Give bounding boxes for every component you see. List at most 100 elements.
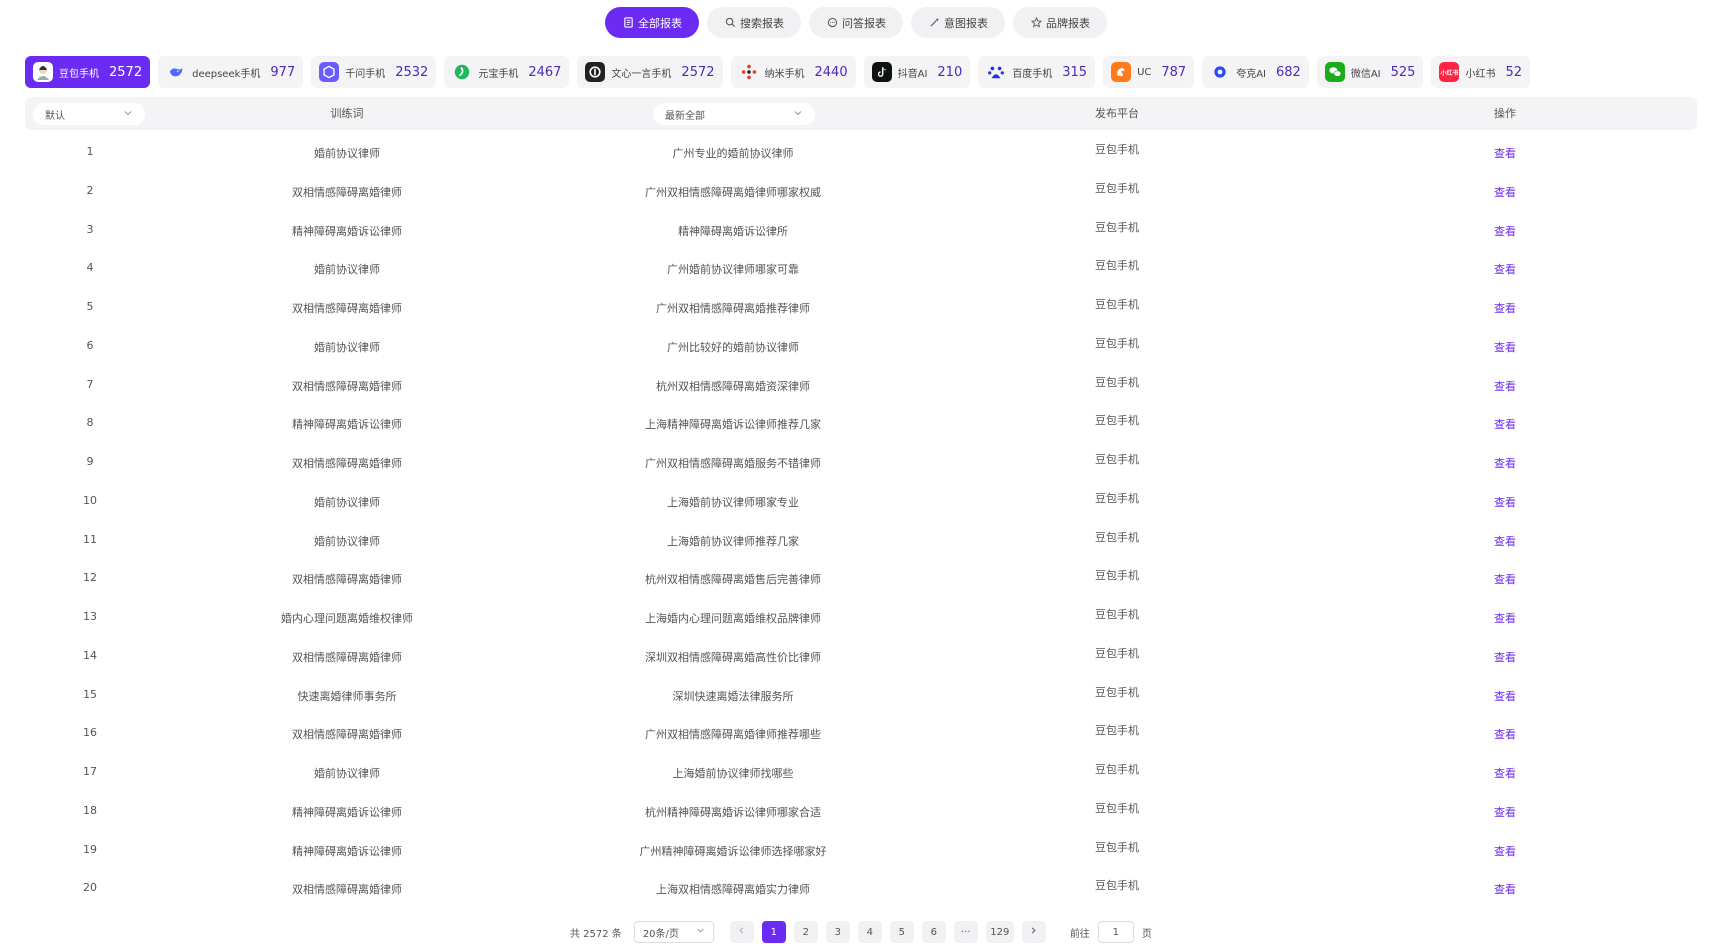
platform-chip-doubao[interactable]: 豆包手机 2572 (25, 56, 151, 88)
platform-chip-nami[interactable]: 纳米手机 2440 (730, 56, 856, 88)
view-link[interactable]: 查看 (1494, 571, 1516, 587)
tab-brand-reports[interactable]: 品牌报表 (1013, 7, 1107, 38)
row-query: 上海婚前协议律师哪家专业 (667, 495, 799, 509)
row-keyword: 精神障碍离婚诉讼律师 (292, 418, 402, 432)
view-link[interactable]: 查看 (1494, 726, 1516, 742)
row-keyword: 双相情感障碍离婚律师 (292, 457, 402, 470)
goto-page-input[interactable] (1097, 921, 1134, 943)
row-platform: 豆包手机 (1095, 685, 1139, 699)
view-link[interactable]: 查看 (1494, 223, 1516, 239)
prev-page-button[interactable] (729, 921, 754, 943)
view-link[interactable]: 查看 (1494, 804, 1516, 820)
next-page-button[interactable] (1021, 921, 1046, 943)
yuanbao-logo-icon (452, 62, 472, 82)
view-link[interactable]: 查看 (1494, 688, 1516, 704)
xiaohongshu-logo-icon: 小红书 (1439, 62, 1460, 82)
row-index: 3 (86, 222, 94, 236)
row-query: 广州双相情感障碍离婚服务不错律师 (645, 457, 821, 470)
tab-all-reports[interactable]: 全部报表 (605, 7, 699, 38)
view-link[interactable]: 查看 (1494, 455, 1516, 471)
row-platform: 豆包手机 (1095, 724, 1139, 738)
table-row: 4 婚前协议律师 广州婚前协议律师哪家可靠 豆包手机 查看 (25, 249, 1697, 288)
tab-label: 搜索报表 (740, 16, 784, 30)
view-link[interactable]: 查看 (1494, 378, 1516, 394)
search-icon (724, 17, 736, 29)
platform-filter-chips: 豆包手机 2572 deepseek手机 977 千问手机 2532 元宝手机 … (25, 56, 1530, 88)
row-index: 6 (86, 338, 94, 352)
table-row: 19 精神障碍离婚诉讼律师 广州精神障碍离婚诉讼律师选择哪家好 豆包手机 查看 (25, 831, 1697, 870)
view-link[interactable]: 查看 (1494, 145, 1516, 161)
platform-count: 682 (1276, 64, 1301, 80)
view-link[interactable]: 查看 (1494, 843, 1516, 859)
sort-select-value: 默认 (45, 110, 65, 122)
tab-intent-reports[interactable]: 意图报表 (911, 7, 1005, 38)
star-icon (1030, 17, 1042, 29)
platform-chip-yuanbao[interactable]: 元宝手机 2467 (444, 56, 570, 88)
sort-select[interactable]: 默认 (33, 103, 145, 125)
view-link[interactable]: 查看 (1494, 881, 1516, 897)
row-platform: 豆包手机 (1095, 646, 1139, 660)
row-index: 14 (83, 648, 97, 662)
row-platform: 豆包手机 (1095, 336, 1139, 350)
page-button[interactable]: 5 (889, 921, 914, 943)
platform-chip-douyin[interactable]: 抖音AI 210 (863, 56, 971, 88)
platform-chip-deepseek[interactable]: deepseek手机 977 (158, 56, 304, 88)
row-keyword: 婚前协议律师 (314, 147, 380, 160)
page-button[interactable]: 3 (825, 921, 850, 943)
view-link[interactable]: 查看 (1494, 416, 1516, 432)
filter-select-value: 最新全部 (665, 110, 705, 122)
tab-qa-reports[interactable]: 问答报表 (809, 7, 903, 38)
tab-search-reports[interactable]: 搜索报表 (707, 7, 801, 38)
view-link[interactable]: 查看 (1494, 339, 1516, 355)
page-button[interactable]: 2 (793, 921, 818, 943)
platform-count: 210 (937, 64, 963, 80)
table-row: 8 精神障碍离婚诉讼律师 上海精神障碍离婚诉讼律师推荐几家 豆包手机 查看 (25, 404, 1697, 443)
platform-chip-qianwen[interactable]: 千问手机 2532 (311, 56, 437, 88)
view-link[interactable]: 查看 (1494, 765, 1516, 781)
platform-chip-xiaohongshu[interactable]: 小红书 小红书 52 (1431, 56, 1530, 88)
view-link[interactable]: 查看 (1494, 533, 1516, 549)
platform-chip-uc[interactable]: UC 787 (1103, 56, 1195, 88)
row-keyword: 双相情感障碍离婚律师 (292, 728, 402, 742)
row-query: 精神障碍离婚诉讼律所 (678, 224, 788, 238)
chevron-right-icon (1029, 926, 1038, 938)
row-query: 杭州双相情感障碍离婚资深律师 (656, 379, 810, 393)
magic-wand-icon (928, 17, 940, 29)
table-row: 7 双相情感障碍离婚律师 杭州双相情感障碍离婚资深律师 豆包手机 查看 (25, 366, 1697, 405)
view-link[interactable]: 查看 (1494, 300, 1516, 316)
view-link[interactable]: 查看 (1494, 184, 1516, 200)
page-button[interactable]: 1 (761, 921, 786, 943)
platform-chip-quark[interactable]: 夸克AI 682 (1202, 56, 1309, 88)
table-row: 3 精神障碍离婚诉讼律师 精神障碍离婚诉讼律所 豆包手机 查看 (25, 211, 1697, 250)
table-row: 12 双相情感障碍离婚律师 杭州双相情感障碍离婚售后完善律师 豆包手机 查看 (25, 559, 1697, 598)
platform-name: UC (1137, 66, 1152, 78)
platform-count: 2467 (528, 64, 562, 80)
row-keyword: 婚前协议律师 (314, 495, 380, 509)
page-list: 123456 (761, 921, 954, 943)
page-button[interactable]: 6 (921, 921, 946, 943)
platform-count: 525 (1390, 64, 1416, 80)
row-query: 上海婚前协议律师推荐几家 (667, 534, 799, 548)
goto-suffix: 页 (1141, 928, 1152, 940)
row-index: 20 (83, 881, 97, 895)
more-pages-button[interactable]: ··· (953, 921, 978, 943)
row-query: 上海精神障碍离婚诉讼律师推荐几家 (645, 418, 821, 432)
document-icon (622, 17, 634, 29)
platform-chip-baidu[interactable]: 百度手机 315 (978, 56, 1096, 88)
view-link[interactable]: 查看 (1494, 494, 1516, 510)
filter-select[interactable]: 最新全部 (653, 103, 815, 125)
view-link[interactable]: 查看 (1494, 261, 1516, 277)
page-button-last[interactable]: 129 (985, 921, 1014, 943)
page-button[interactable]: 4 (857, 921, 882, 943)
view-link[interactable]: 查看 (1494, 610, 1516, 626)
tab-label: 问答报表 (842, 16, 886, 30)
platform-chip-wechat[interactable]: 微信AI 525 (1316, 56, 1424, 88)
page-size-select[interactable]: 20条/页 (633, 921, 714, 943)
row-query: 广州专业的婚前协议律师 (672, 147, 794, 160)
platform-chip-wenxin[interactable]: 文心一言手机 2572 (577, 56, 723, 88)
row-keyword: 精神障碍离婚诉讼律师 (292, 224, 402, 238)
row-keyword: 双相情感障碍离婚律师 (292, 573, 402, 587)
platform-name: 纳米手机 (764, 68, 805, 80)
row-keyword: 双相情感障碍离婚律师 (292, 302, 402, 315)
view-link[interactable]: 查看 (1494, 649, 1516, 665)
